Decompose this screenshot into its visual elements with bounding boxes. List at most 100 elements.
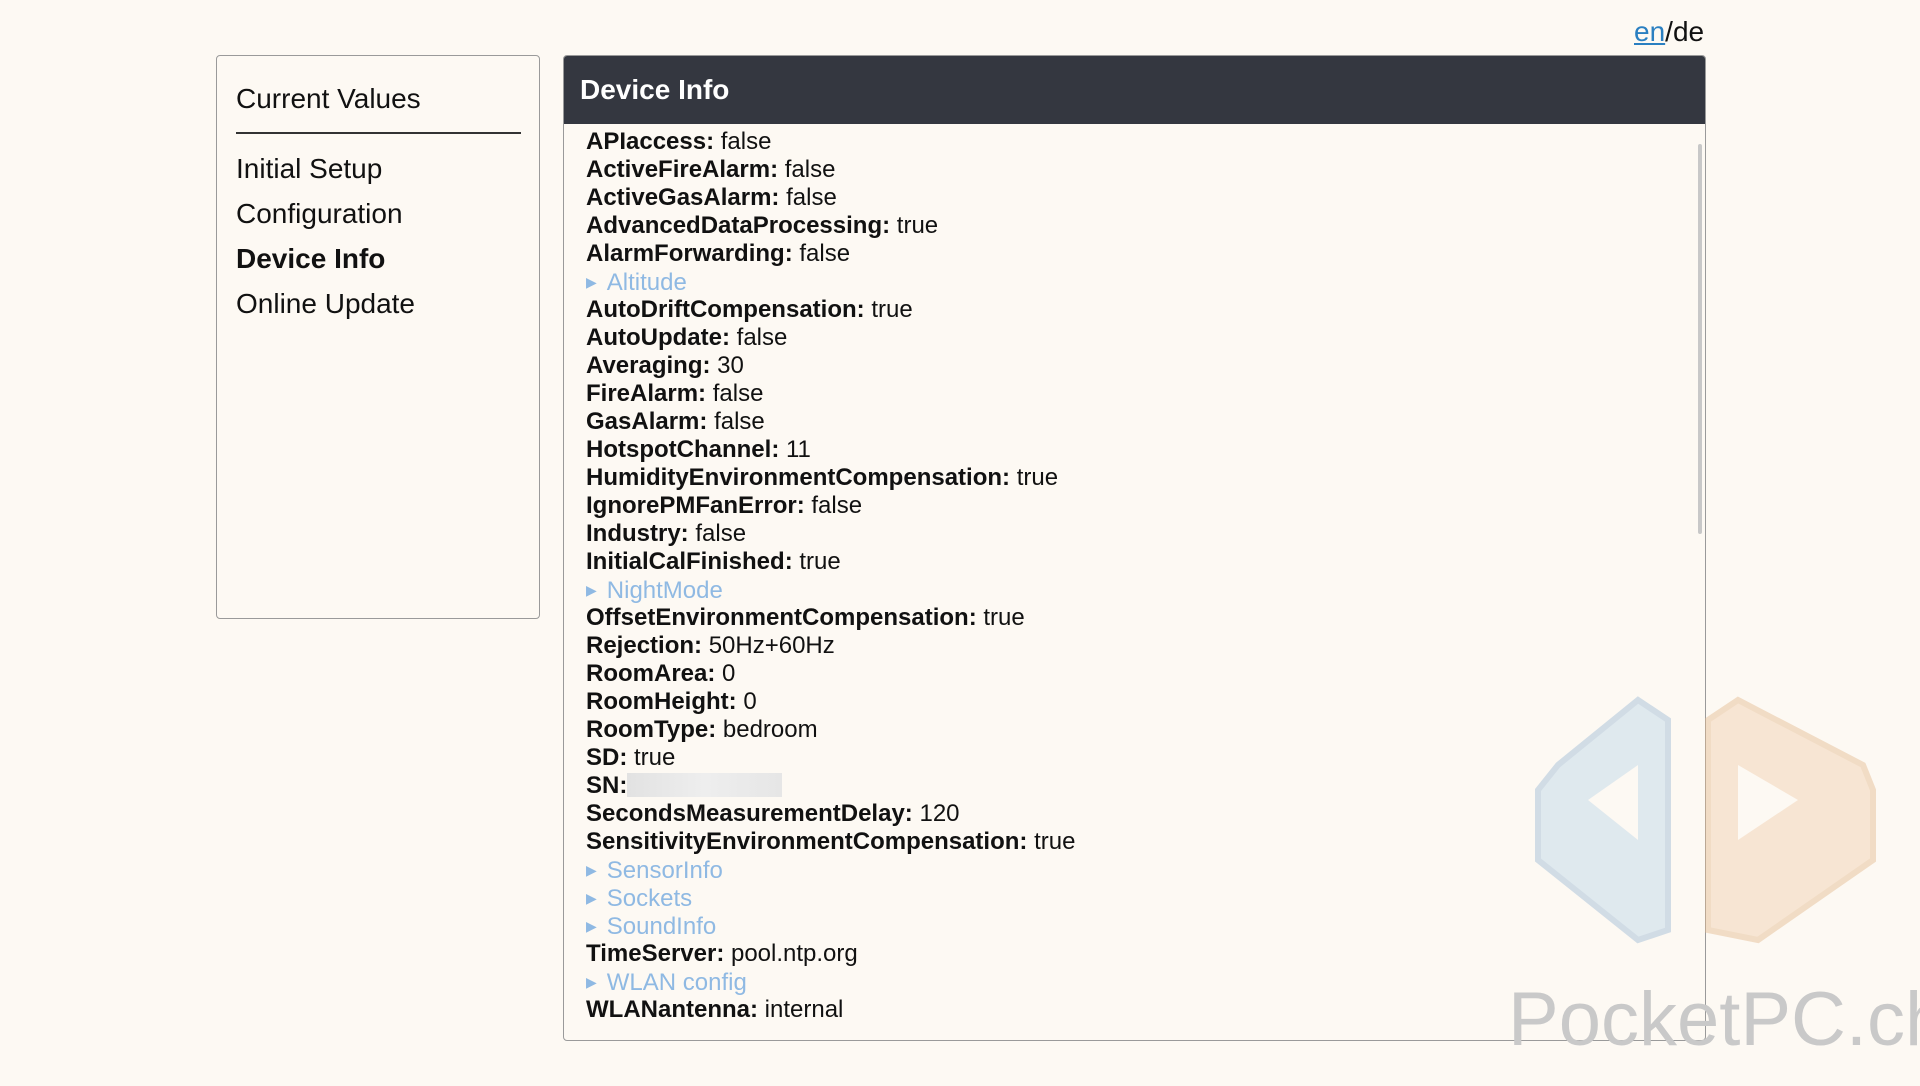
panel-title: Device Info	[564, 56, 1705, 124]
info-value: false	[714, 408, 765, 435]
info-row: HumidityEnvironmentCompensation: true	[586, 464, 1705, 492]
info-value: true	[634, 744, 676, 771]
info-row: OffsetEnvironmentCompensation: true	[586, 604, 1705, 632]
expand-triangle-icon: ▶	[586, 918, 597, 934]
info-value: bedroom	[722, 716, 818, 743]
info-value: internal	[764, 996, 844, 1023]
expandable-label: NightMode	[606, 577, 723, 604]
expandable-label: Altitude	[606, 269, 687, 296]
info-key: RoomHeight:	[586, 688, 737, 715]
info-value: true	[871, 296, 913, 323]
info-value: false	[811, 492, 863, 519]
expand-triangle-icon: ▶	[586, 862, 597, 878]
info-key: TimeServer:	[586, 940, 725, 967]
info-value: true	[983, 604, 1025, 631]
info-row: AutoDriftCompensation: true	[586, 296, 1705, 324]
info-value: pool.ntp.org	[730, 940, 858, 967]
lang-en-link[interactable]: en	[1634, 16, 1665, 47]
expandable-label: SensorInfo	[606, 857, 723, 884]
info-value: 50Hz+60Hz	[708, 632, 835, 659]
info-key: RoomArea:	[586, 660, 716, 687]
info-key: RoomType:	[586, 716, 717, 743]
info-key: Rejection:	[586, 632, 703, 659]
info-value: true	[1016, 464, 1059, 491]
info-key: ActiveGasAlarm:	[586, 184, 780, 211]
info-key: AutoDriftCompensation:	[586, 296, 865, 323]
info-key: ActiveFireAlarm:	[586, 156, 779, 183]
expandable-label: WLAN config	[606, 969, 747, 996]
watermark-text: PocketPC.ch	[1508, 977, 1920, 1062]
info-key: SensitivityEnvironmentCompensation:	[586, 828, 1028, 855]
info-row: ActiveFireAlarm: false	[586, 156, 1705, 184]
expand-triangle-icon: ▶	[586, 274, 597, 290]
info-key: SN:	[586, 772, 628, 799]
info-value: true	[799, 548, 841, 575]
info-key: AlarmForwarding:	[586, 240, 793, 267]
info-value: false	[784, 156, 836, 183]
info-key: IgnorePMFanError:	[586, 492, 805, 519]
info-key: SecondsMeasurementDelay:	[586, 800, 913, 827]
watermark-logo	[1535, 696, 1876, 944]
info-row: Rejection: 50Hz+60Hz	[586, 632, 1705, 660]
info-value: 0	[743, 688, 757, 715]
info-value: false	[720, 128, 772, 155]
info-value: false	[695, 520, 747, 547]
info-key: HotspotChannel:	[586, 436, 780, 463]
info-row: Industry: false	[586, 520, 1705, 548]
sidebar-nav-list: Initial Setup Configuration Device Info Onl…	[236, 146, 415, 326]
language-switch: en/de	[1634, 16, 1704, 48]
sidebar-item-online-update[interactable]: Online Update	[236, 281, 415, 326]
info-row: APIaccess: false	[586, 128, 1705, 156]
expandable-label: SoundInfo	[606, 913, 717, 940]
sidebar-item-device-info[interactable]: Device Info	[236, 236, 415, 281]
info-value: 30	[717, 352, 744, 379]
info-row: AlarmForwarding: false	[586, 240, 1705, 268]
sidebar-nav: Current Values Initial Setup Configuratio…	[216, 55, 540, 619]
info-row: HotspotChannel: 11	[586, 436, 1705, 464]
info-key: Industry:	[586, 520, 689, 547]
sidebar-item-initial-setup[interactable]: Initial Setup	[236, 146, 415, 191]
info-key: OffsetEnvironmentCompensation:	[586, 604, 977, 631]
sidebar-divider	[236, 132, 521, 134]
expandable-row[interactable]: ▶ NightMode	[586, 576, 1705, 604]
nav-current-values[interactable]: Current Values	[236, 76, 421, 121]
info-key: AutoUpdate:	[586, 324, 730, 351]
info-row: AutoUpdate: false	[586, 324, 1705, 352]
info-row: RoomArea: 0	[586, 660, 1705, 688]
expand-triangle-icon: ▶	[586, 890, 597, 906]
info-key: WLANantenna:	[586, 996, 758, 1023]
info-key: InitialCalFinished:	[586, 548, 793, 575]
expand-triangle-icon: ▶	[586, 974, 597, 990]
info-row: Averaging: 30	[586, 352, 1705, 380]
info-row: InitialCalFinished: true	[586, 548, 1705, 576]
redacted-value	[627, 773, 783, 797]
info-key: Averaging:	[586, 352, 711, 379]
info-row: ActiveGasAlarm: false	[586, 184, 1705, 212]
info-value: false	[786, 184, 837, 211]
expand-triangle-icon: ▶	[586, 582, 597, 598]
info-value: false	[712, 380, 764, 407]
info-key: SD:	[586, 744, 628, 771]
lang-de-link[interactable]: de	[1673, 16, 1704, 47]
info-key: GasAlarm:	[586, 408, 708, 435]
sidebar-item-configuration[interactable]: Configuration	[236, 191, 415, 236]
info-key: AdvancedDataProcessing:	[586, 212, 891, 239]
info-row: GasAlarm: false	[586, 408, 1705, 436]
info-key: HumidityEnvironmentCompensation:	[586, 464, 1011, 491]
info-value: 11	[785, 436, 811, 463]
info-value: 120	[919, 800, 960, 827]
info-value: 0	[722, 660, 736, 687]
info-row: FireAlarm: false	[586, 380, 1705, 408]
expandable-row[interactable]: ▶ Altitude	[586, 268, 1705, 296]
info-key: FireAlarm:	[586, 380, 707, 407]
info-row: AdvancedDataProcessing: true	[586, 212, 1705, 240]
expandable-label: Sockets	[606, 885, 693, 912]
info-value: true	[1034, 828, 1076, 855]
lang-separator: /	[1665, 16, 1673, 47]
info-value: false	[799, 240, 851, 267]
info-value: false	[736, 324, 788, 351]
info-key: APIaccess:	[586, 128, 715, 155]
scrollbar[interactable]	[1698, 144, 1702, 534]
info-row: IgnorePMFanError: false	[586, 492, 1705, 520]
info-value: true	[896, 212, 939, 239]
